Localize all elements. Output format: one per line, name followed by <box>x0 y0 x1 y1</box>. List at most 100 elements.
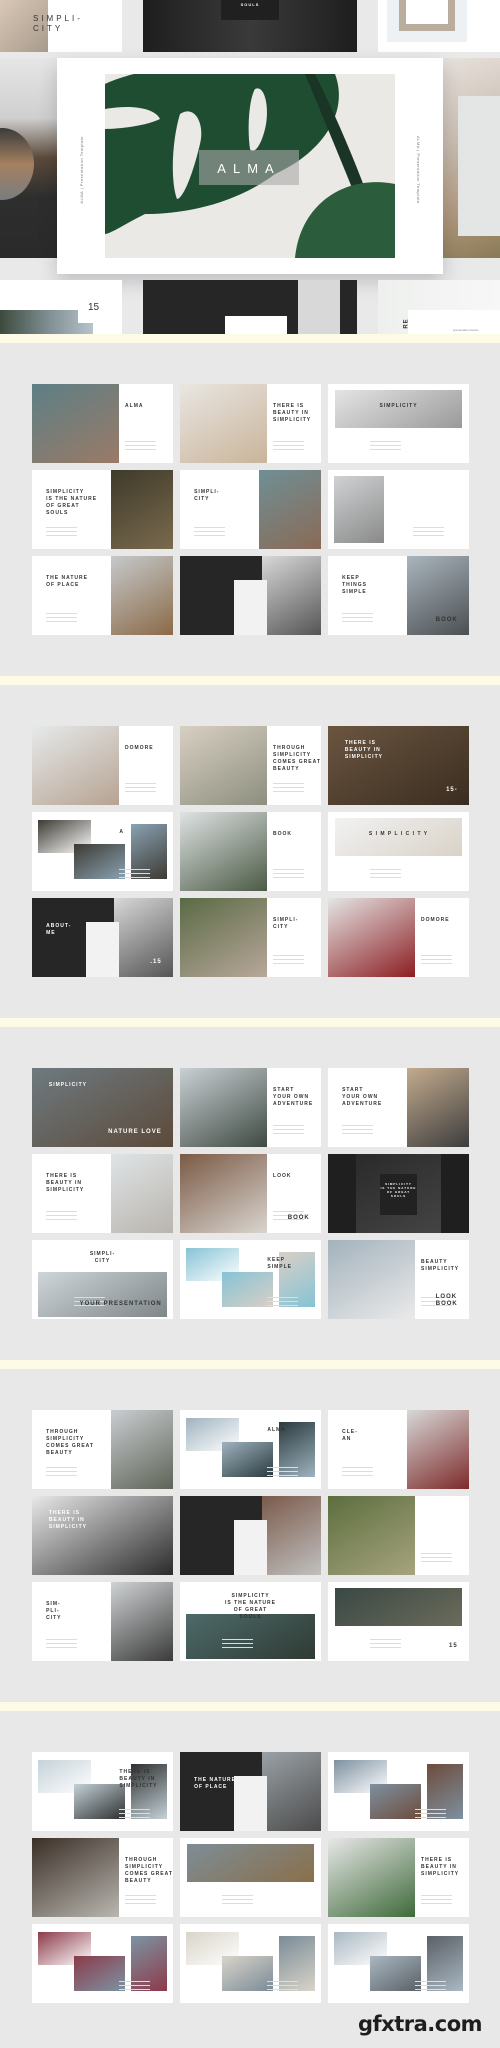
slide-thumbnail[interactable] <box>328 1496 469 1575</box>
slide-thumbnail[interactable]: SIM- PLI- CITY <box>32 1582 173 1661</box>
slide-thumbnail[interactable]: S I M P L I C I T Y <box>328 812 469 891</box>
slide-thumbnail[interactable] <box>180 1496 321 1575</box>
slide-thumbnail[interactable] <box>180 1924 321 2003</box>
slide-thumbnail[interactable]: ALMA <box>180 1410 321 1489</box>
slide-thumbnail[interactable]: START YOUR OWN ADVENTURE <box>328 1068 469 1147</box>
body-text-line <box>267 1984 299 1986</box>
slide-thumbnail[interactable]: THE NATURE OF PLACE <box>32 556 173 635</box>
body-text-line <box>273 872 305 874</box>
slide-title: SIMPLICITY IS THE NATURE OF GREAT SOULS <box>380 1181 417 1198</box>
slide-thumbnail[interactable]: SIMPLICITY IS THE NATURE OF GREAT SOULS <box>328 1154 469 1233</box>
slide-thumbnail[interactable]: SIMPLICITY IS THE NATURE OF GREAT SOULS <box>180 1582 321 1661</box>
slide-thumbnail[interactable]: THROUGH SIMPLICITY COMES GREAT BEAUTY <box>32 1410 173 1489</box>
slide-title: THERE IS BEAUTY IN SIMPLICITY <box>46 1172 85 1193</box>
slide-thumbnail[interactable] <box>328 1752 469 1831</box>
slide-thumbnail[interactable]: SIMPLICITY IS THE NATURE OF GREAT SOULS <box>32 470 173 549</box>
body-text-line <box>125 448 157 450</box>
body-text-line <box>46 1474 78 1476</box>
photo <box>32 726 120 805</box>
body-text-line <box>125 786 157 788</box>
slide-thumbnail[interactable]: 15 <box>328 1582 469 1661</box>
slide-thumbnail[interactable]: THERE IS BEAUTY IN SIMPLICITY <box>32 1496 173 1575</box>
slide-thumbnail[interactable]: SIMPLI- CITY <box>180 470 321 549</box>
body-text-line <box>342 616 374 618</box>
photo <box>328 1838 416 1917</box>
slide-thumbnail[interactable] <box>328 470 469 549</box>
slide-thumbnail[interactable]: BEAUTY SIMPLICITY LOOK BOOK <box>328 1240 469 1319</box>
slide-title: THE NATURE OF PLACE <box>46 574 88 588</box>
slide-thumbnail[interactable]: THERE IS BEAUTY IN SIMPLICITY <box>328 1838 469 1917</box>
slide-title: BOOK <box>273 830 293 837</box>
photo <box>32 1496 173 1575</box>
panel <box>233 579 268 635</box>
slide-thumbnail[interactable]: START YOUR OWN ADVENTURE <box>180 1068 321 1147</box>
body-text-line <box>46 534 78 536</box>
body-text-line <box>273 1128 305 1130</box>
slide-thumbnail[interactable]: THE NATURE OF PLACE <box>180 1752 321 1831</box>
slide-thumbnail[interactable]: KEEP SIMPLE <box>180 1240 321 1319</box>
slide-thumbnail[interactable]: BOOK <box>180 812 321 891</box>
slide-thumbnail[interactable]: A <box>32 812 173 891</box>
slide-extra-label: LOOK BOOK <box>435 1293 458 1307</box>
slide-thumbnail[interactable]: LOOK BOOK <box>180 1154 321 1233</box>
slide-thumbnail[interactable] <box>180 556 321 635</box>
slide-thumbnail[interactable]: THERE IS BEAUTY IN SIMPLICITY 15- <box>328 726 469 805</box>
separator-strip <box>0 1018 500 1027</box>
slide-title: SIMPLICITY <box>379 402 418 409</box>
body-text-line <box>273 782 305 784</box>
body-text-line <box>46 1646 78 1648</box>
slide-thumbnail[interactable]: THERE IS BEAUTY IN SIMPLICITY <box>32 1752 173 1831</box>
slide-thumbnail[interactable]: THERE IS BEAUTY IN SIMPLICITY <box>32 1154 173 1233</box>
slide-section: ALMA THERE IS BEAUTY IN SIMPLICITY SIMPLIC… <box>0 343 500 676</box>
slide-section: SIMPLICITY NATURE LOVE START YOUR OWN ADVE… <box>0 1027 500 1360</box>
slide-thumbnail[interactable]: DOMORE <box>328 898 469 977</box>
hero-preview: SIMPLI- CITY SOULS ALMA | Presentation T… <box>0 0 500 334</box>
slide-title: KEEP THINGS SIMPLE <box>342 574 367 595</box>
slide-title: SIMPLI- CITY <box>89 1251 116 1265</box>
panel <box>458 96 500 236</box>
photo <box>74 1783 126 1820</box>
body-text-line <box>46 1466 78 1468</box>
slide-section: DOMORE THROUGH SIMPLICITY COMES GREAT BEA… <box>0 685 500 1018</box>
side-caption-left: ALMA | Presentation Template <box>79 136 84 204</box>
slide-thumbnail[interactable]: SIMPLICITY NATURE LOVE <box>32 1068 173 1147</box>
body-text-line <box>370 1642 402 1644</box>
slide-thumbnail[interactable]: KEEP THINGS SIMPLE BOOK <box>328 556 469 635</box>
body-text-line <box>412 526 444 528</box>
body-text-line <box>273 868 305 870</box>
body-text-line <box>273 448 305 450</box>
slide-thumbnail[interactable] <box>328 1924 469 2003</box>
photo <box>406 1068 469 1147</box>
body-text-line <box>273 1132 305 1134</box>
photo <box>180 384 268 463</box>
slide-title: DOMORE <box>421 916 450 923</box>
slide-thumbnail[interactable]: SIMPLI- CITY <box>180 898 321 977</box>
body-text-line <box>273 790 305 792</box>
slide-thumbnail[interactable]: THROUGH SIMPLICITY COMES GREAT BEAUTY <box>32 1838 173 1917</box>
slide-thumbnail[interactable]: THERE IS BEAUTY IN SIMPLICITY <box>180 384 321 463</box>
slide-thumbnail[interactable]: ABOUT- ME .15 <box>32 898 173 977</box>
hero-main-title: ALMA <box>217 161 281 176</box>
separator-strip <box>0 1702 500 1711</box>
body-text-line <box>370 876 402 878</box>
slide-extra-label: NATURE LOVE <box>108 1128 162 1135</box>
slide-title: START YOUR OWN ADVENTURE <box>273 1086 314 1107</box>
photo <box>180 1068 268 1147</box>
slide-thumbnail[interactable]: SIMPLICITY <box>328 384 469 463</box>
slide-thumbnail[interactable]: CLE- AN <box>328 1410 469 1489</box>
body-text-line <box>273 958 305 960</box>
slide-title: THROUGH SIMPLICITY COMES GREAT BEAUTY <box>125 1856 173 1884</box>
body-text-line <box>267 1300 299 1302</box>
body-text-line <box>222 1894 254 1896</box>
slide-thumbnail[interactable]: SIMPLI- CITY YOUR PRESENTATION <box>32 1240 173 1319</box>
body-text-line <box>267 1304 299 1306</box>
slide-thumbnail[interactable]: ALMA <box>32 384 173 463</box>
body-text-line <box>342 1132 374 1134</box>
slide-thumbnail[interactable] <box>180 1838 321 1917</box>
body-text-line <box>421 1898 453 1900</box>
slide-thumbnail[interactable]: THROUGH SIMPLICITY COMES GREAT BEAUTY <box>180 726 321 805</box>
slide-thumbnail[interactable] <box>32 1924 173 2003</box>
body-text-line <box>342 1470 374 1472</box>
panel <box>85 921 120 977</box>
slide-thumbnail[interactable]: DOMORE <box>32 726 173 805</box>
